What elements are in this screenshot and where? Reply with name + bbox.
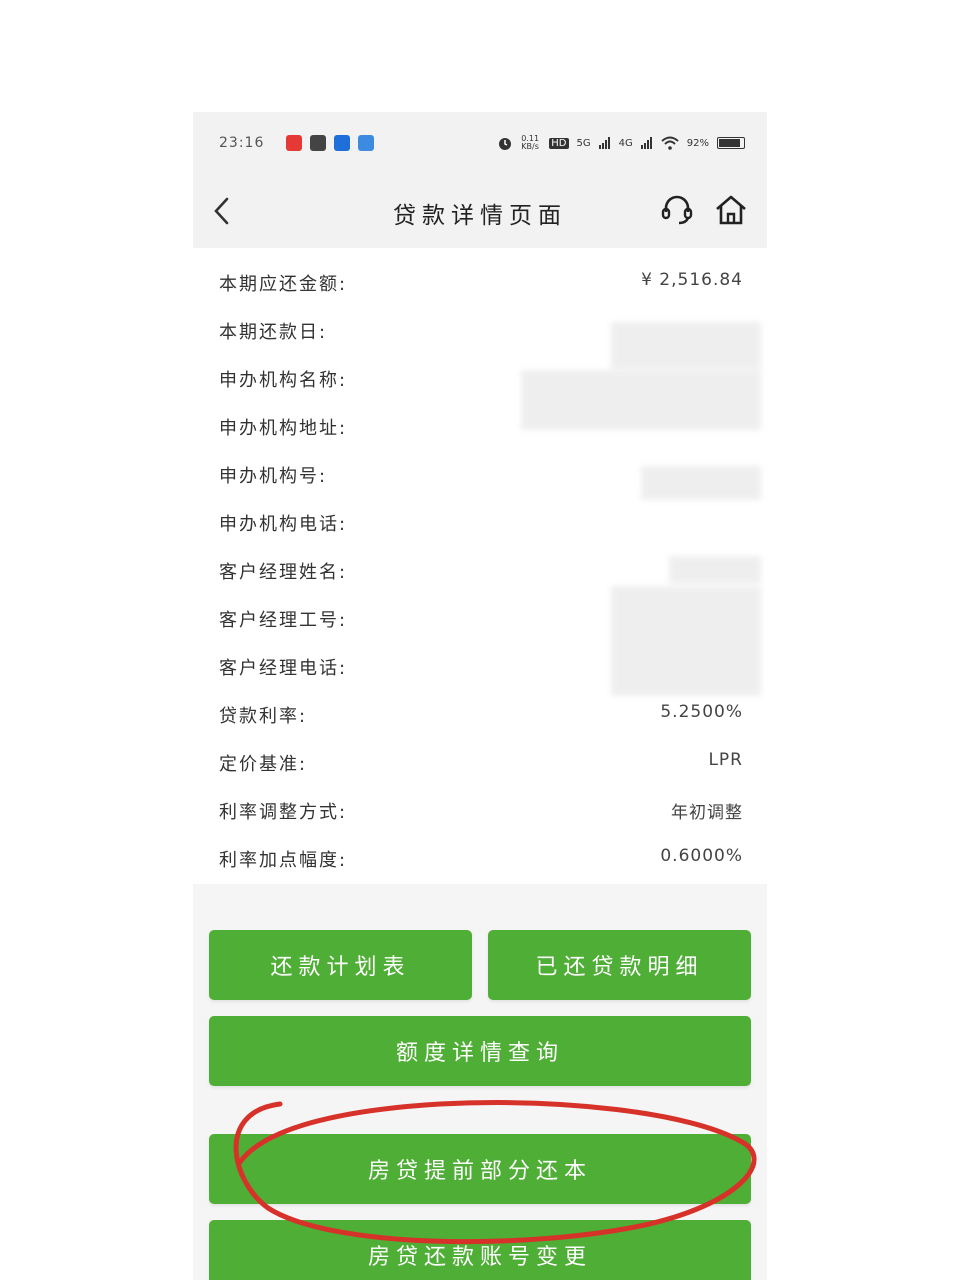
status-bar: 23:16 0.11 KB/s HD 5G 4G 92% <box>193 112 767 174</box>
net-speed: 0.11 KB/s <box>521 134 540 151</box>
detail-row: 利率调整方式: 年初调整 <box>193 786 767 834</box>
detail-label: 利率调整方式: <box>219 802 348 823</box>
detail-row: 本期应还金额: ¥ 2,516.84 <box>193 258 767 306</box>
detail-label: 客户经理姓名: <box>219 562 348 583</box>
detail-label: 申办机构号: <box>219 466 328 487</box>
privacy-blur <box>611 586 761 696</box>
detail-value: 5.2500% <box>660 702 743 722</box>
battery-icon <box>717 137 745 149</box>
wifi-icon <box>661 136 679 150</box>
app-notification-icon <box>358 135 375 151</box>
detail-label: 利率加点幅度: <box>219 850 348 871</box>
signal-5g: 5G <box>576 137 591 149</box>
alarm-icon <box>499 138 512 150</box>
early-partial-repayment-button[interactable]: 房贷提前部分还本 <box>209 1134 751 1204</box>
phone-screen: 23:16 0.11 KB/s HD 5G 4G 92% 贷款详情页面 本期应还… <box>193 112 767 1280</box>
detail-value: 年初调整 <box>671 803 743 823</box>
detail-label: 客户经理电话: <box>219 658 348 679</box>
detail-label: 客户经理工号: <box>219 610 348 631</box>
detail-value: 0.6000% <box>660 846 743 866</box>
detail-label: 本期还款日: <box>219 322 328 343</box>
hd-badge: HD <box>549 137 569 149</box>
detail-row: 定价基准: LPR <box>193 738 767 786</box>
battery-percent: 92% <box>686 137 709 149</box>
detail-row: 利率加点幅度: 0.6000% <box>193 834 767 882</box>
privacy-blur <box>611 322 761 370</box>
customer-service-icon[interactable] <box>659 192 695 228</box>
detail-value: ¥ 2,516.84 <box>641 270 743 290</box>
change-repayment-account-button[interactable]: 房贷还款账号变更 <box>209 1220 751 1280</box>
detail-value: LPR <box>708 750 743 770</box>
privacy-blur <box>669 556 761 584</box>
detail-label: 申办机构地址: <box>219 418 348 439</box>
privacy-blur <box>641 466 761 500</box>
loan-details-list: 本期应还金额: ¥ 2,516.84 本期还款日: 申办机构名称: 申办机构地址: 申办机… <box>193 248 767 884</box>
app-notification-icon <box>286 135 303 151</box>
signal-bars-icon <box>640 137 652 149</box>
repaid-details-button[interactable]: 已还贷款明细 <box>488 930 751 1000</box>
signal-4g: 4G <box>618 137 633 149</box>
signal-bars-icon <box>598 137 610 149</box>
detail-label: 申办机构名称: <box>219 370 348 391</box>
app-notification-icon <box>334 135 351 151</box>
status-time: 23:16 <box>219 135 265 151</box>
privacy-blur <box>521 370 761 430</box>
detail-label: 定价基准: <box>219 754 308 775</box>
home-icon[interactable] <box>713 192 749 228</box>
detail-row: 贷款利率: 5.2500% <box>193 690 767 738</box>
repayment-plan-button[interactable]: 还款计划表 <box>209 930 472 1000</box>
detail-label: 申办机构电话: <box>219 514 348 535</box>
app-notification-icon <box>310 135 327 151</box>
nav-bar: 贷款详情页面 <box>193 174 767 248</box>
limit-query-button[interactable]: 额度详情查询 <box>209 1016 751 1086</box>
detail-label: 本期应还金额: <box>219 274 348 295</box>
detail-label: 贷款利率: <box>219 706 308 727</box>
detail-row: 申办机构电话: <box>193 498 767 546</box>
